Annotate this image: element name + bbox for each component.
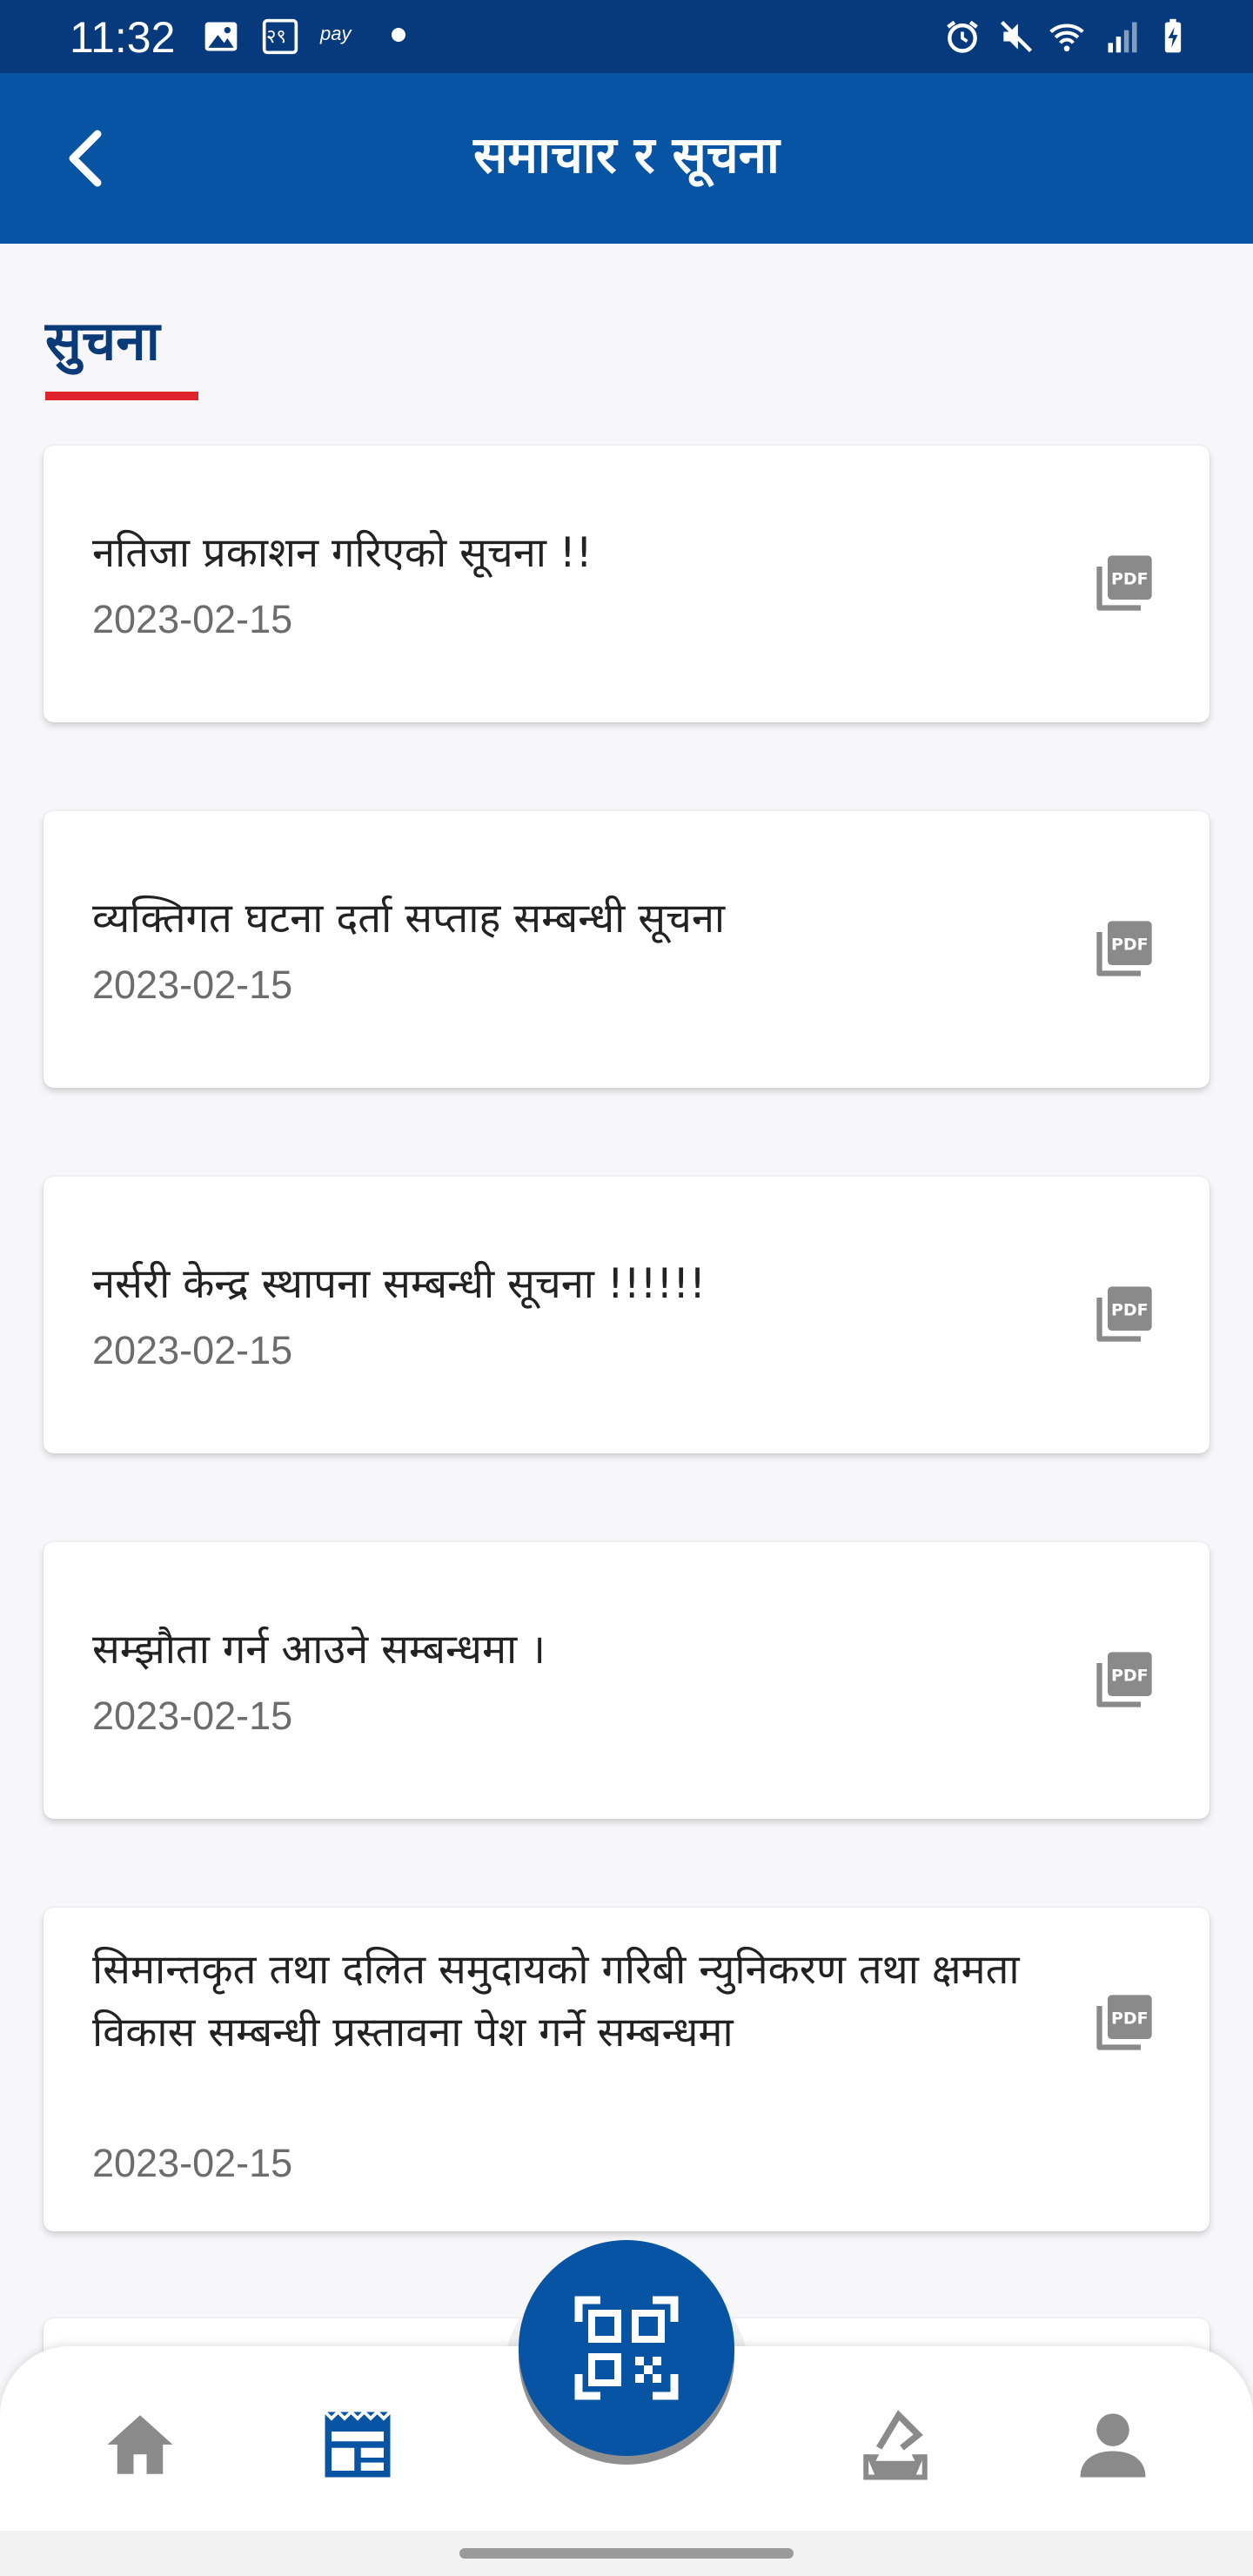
notice-title: व्यक्तिगत घटना दर्ता सप्ताह सम्बन्धी सूच… bbox=[92, 895, 726, 943]
notice-date: 2023-02-15 bbox=[92, 597, 293, 641]
svg-text:PDF: PDF bbox=[1111, 2009, 1149, 2029]
pdf-icon[interactable]: PDF bbox=[1091, 550, 1157, 616]
notice-title: नर्सरी केन्द्र स्थापना सम्बन्धी सूचना !!… bbox=[92, 1260, 706, 1308]
notice-card[interactable]: व्यक्तिगत घटना दर्ता सप्ताह सम्बन्धी सूच… bbox=[44, 811, 1209, 1088]
notice-card[interactable]: नर्सरी केन्द्र स्थापना सम्बन्धी सूचना !!… bbox=[44, 1177, 1209, 1453]
section-title: सुचना bbox=[45, 309, 160, 372]
calendar-badge: २९ bbox=[266, 25, 286, 47]
qr-scan-button[interactable] bbox=[519, 2240, 734, 2456]
notice-date: 2023-02-15 bbox=[92, 2141, 293, 2185]
signal-icon bbox=[1108, 22, 1137, 53]
notice-title: सम्झौता गर्न आउने सम्बन्धमा । bbox=[92, 1626, 546, 1674]
pay-icon: pay bbox=[320, 23, 352, 44]
status-time: 11:32 bbox=[70, 13, 176, 62]
app-bar: समाचार र सूचना bbox=[0, 73, 1253, 244]
notice-date: 2023-02-15 bbox=[92, 1694, 293, 1738]
svg-text:PDF: PDF bbox=[1111, 570, 1149, 589]
home-icon[interactable] bbox=[101, 2405, 179, 2484]
pdf-icon[interactable]: PDF bbox=[1091, 1989, 1157, 2056]
notice-card[interactable]: सिमान्तकृत तथा दलित समुदायको गरिबी न्युन… bbox=[44, 1908, 1209, 2231]
notice-date: 2023-02-15 bbox=[92, 963, 293, 1007]
image-icon bbox=[204, 22, 238, 51]
svg-text:PDF: PDF bbox=[1111, 1301, 1149, 1320]
notice-title: नतिजा प्रकाशन गरिएको सूचना !! bbox=[92, 529, 593, 577]
vote-icon[interactable] bbox=[856, 2405, 935, 2484]
notice-card[interactable]: नतिजा प्रकाशन गरिएको सूचना !! 2023-02-15… bbox=[44, 446, 1209, 722]
wifi-icon bbox=[1049, 23, 1084, 52]
alarm-icon bbox=[947, 20, 978, 53]
svg-text:PDF: PDF bbox=[1111, 1667, 1149, 1686]
status-bar: 11:32 २९ pay bbox=[0, 0, 1253, 73]
home-gesture-bar[interactable] bbox=[459, 2548, 794, 2559]
section-underline bbox=[45, 392, 198, 400]
notice-title: सिमान्तकृत तथा दलित समुदायको गरिबी न्युन… bbox=[92, 1946, 1020, 2056]
profile-icon[interactable] bbox=[1074, 2405, 1152, 2484]
pdf-icon[interactable]: PDF bbox=[1091, 916, 1157, 982]
pdf-icon[interactable]: PDF bbox=[1091, 1647, 1157, 1713]
page-title: समाचार र सूचना bbox=[473, 125, 780, 184]
notice-card[interactable]: सम्झौता गर्न आउने सम्बन्धमा । 2023-02-15… bbox=[44, 1542, 1209, 1819]
mute-icon bbox=[1000, 20, 1033, 53]
pdf-icon[interactable]: PDF bbox=[1091, 1281, 1157, 1347]
battery-icon bbox=[1164, 18, 1182, 53]
dot-icon bbox=[392, 28, 405, 42]
notice-date: 2023-02-15 bbox=[92, 1328, 293, 1372]
svg-text:PDF: PDF bbox=[1111, 936, 1149, 955]
news-icon[interactable] bbox=[318, 2405, 397, 2484]
qr-scan-icon bbox=[574, 2296, 679, 2400]
